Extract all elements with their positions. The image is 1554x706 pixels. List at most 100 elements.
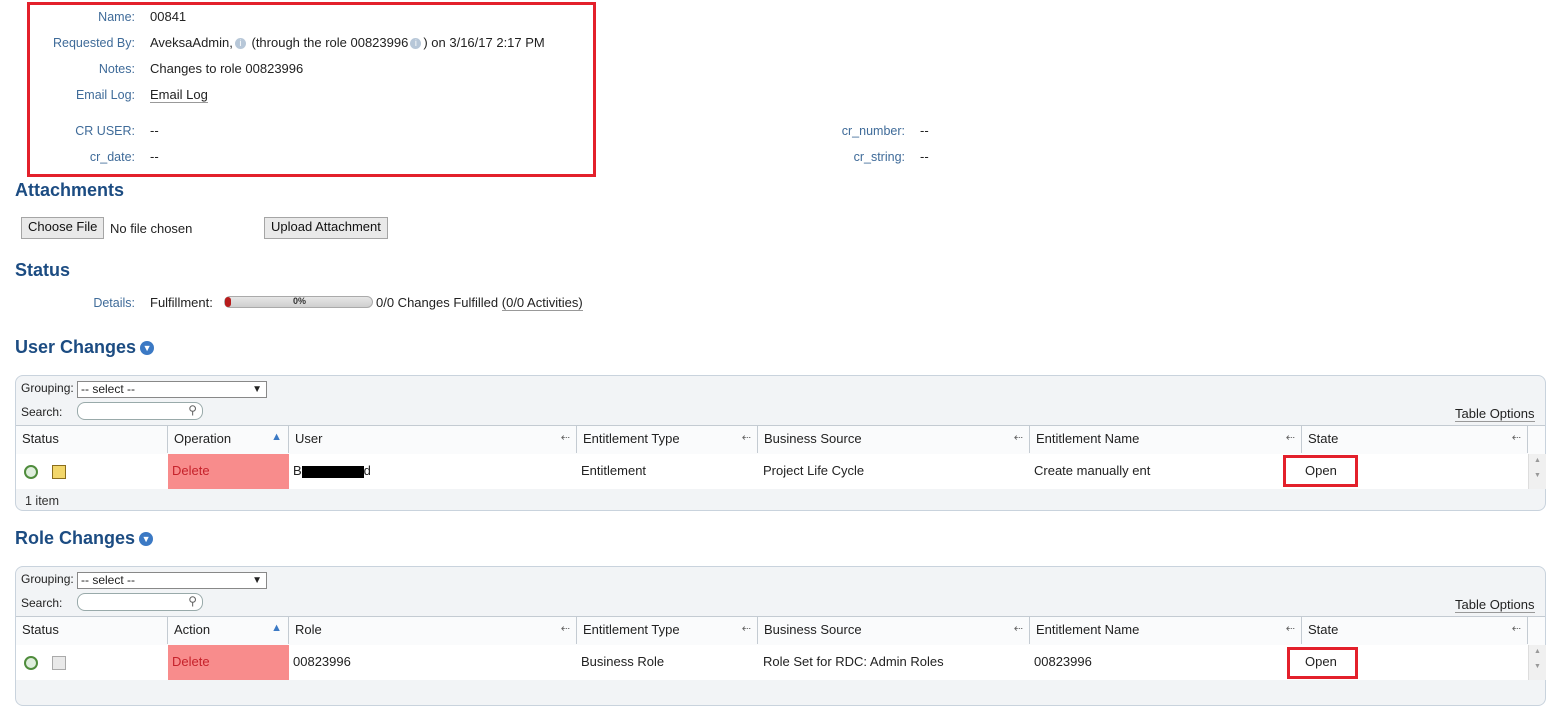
grouping-select[interactable]: -- select -- ▼	[77, 381, 267, 398]
requested-by-date: ) on 3/16/17 2:17 PM	[423, 35, 545, 50]
col-header-state[interactable]: State ⇠	[1302, 616, 1528, 644]
sort-icon[interactable]: ⇠	[1512, 622, 1521, 635]
scroll-down-icon[interactable]: ▼	[1529, 663, 1546, 670]
col-header-user[interactable]: User ⇠	[289, 425, 577, 453]
requested-by-role: (through the role 00823996	[251, 35, 409, 50]
business-source-cell: Project Life Cycle	[763, 463, 865, 478]
col-header-status[interactable]: Status	[16, 616, 168, 644]
requested-by-label: Requested By:	[53, 36, 135, 50]
col-header-operation[interactable]: Operation ▲	[168, 425, 289, 453]
name-value: 00841	[150, 9, 187, 24]
name-label: Name:	[98, 10, 135, 24]
col-header-entitlement-type-label: Entitlement Type	[583, 431, 680, 446]
grouping-label: Grouping:	[21, 381, 74, 395]
notes-icon[interactable]	[52, 656, 66, 670]
status-gear-icon[interactable]	[24, 656, 38, 670]
state-cell: Open	[1305, 654, 1337, 669]
scrollbar[interactable]: ▲ ▼	[1528, 454, 1546, 489]
role-changes-title-text: Role Changes	[15, 528, 136, 548]
sort-icon[interactable]: ⇠	[1286, 431, 1295, 444]
col-header-entitlement-name[interactable]: Entitlement Name ⇠	[1030, 616, 1302, 644]
sort-asc-icon[interactable]: ▲	[271, 622, 282, 634]
cr-date-label: cr_date:	[89, 150, 135, 164]
user-cell-start: B	[293, 463, 302, 478]
table-options-link[interactable]: Table Options	[1455, 597, 1535, 613]
changes-text: 0/0 Changes Fulfilled	[376, 295, 499, 310]
col-header-entitlement-name-label: Entitlement Name	[1036, 431, 1140, 446]
scroll-up-icon[interactable]: ▲	[1529, 457, 1546, 464]
user-changes-title: User Changes ▼	[15, 337, 155, 358]
email-log-link[interactable]: Email Log	[150, 87, 208, 103]
search-label: Search:	[21, 405, 63, 419]
col-header-action-label: Action	[174, 622, 211, 637]
no-file-text: No file chosen	[110, 221, 193, 236]
dropdown-arrow-icon: ▼	[252, 384, 262, 395]
search-icon[interactable]: ⚲	[188, 594, 197, 608]
sort-icon[interactable]: ⇠	[1014, 622, 1023, 635]
requested-by-user: AveksaAdmin,	[150, 35, 233, 50]
col-header-state-label: State	[1308, 622, 1339, 637]
table-options-link[interactable]: Table Options	[1455, 406, 1535, 422]
role-changes-title: Role Changes ▼	[15, 528, 154, 549]
upload-attachment-button[interactable]: Upload Attachment	[264, 217, 388, 239]
sort-icon[interactable]: ⇠	[561, 622, 570, 635]
operation-cell: Delete	[168, 454, 289, 489]
search-icon[interactable]: ⚲	[188, 403, 197, 417]
col-header-business-source[interactable]: Business Source ⇠	[758, 616, 1030, 644]
search-input[interactable]: ⚲	[77, 593, 203, 611]
col-header-entitlement-type[interactable]: Entitlement Type ⇠	[577, 616, 758, 644]
action-cell: Delete	[168, 645, 289, 680]
role-cell: 00823996	[293, 654, 351, 669]
fulfillment-progress-bar: 0%	[224, 296, 373, 308]
scrollbar[interactable]: ▲ ▼	[1528, 645, 1546, 680]
email-log-label: Email Log:	[75, 88, 135, 102]
col-header-entitlement-name[interactable]: Entitlement Name ⇠	[1030, 425, 1302, 453]
user-cell-end: d	[363, 463, 371, 478]
col-header-entitlement-type[interactable]: Entitlement Type ⇠	[577, 425, 758, 453]
grouping-select[interactable]: -- select -- ▼	[77, 572, 267, 589]
notes-label: Notes:	[98, 62, 135, 76]
search-input[interactable]: ⚲	[77, 402, 203, 420]
col-header-state[interactable]: State ⇠	[1302, 425, 1528, 453]
sort-icon[interactable]: ⇠	[561, 431, 570, 444]
notes-icon[interactable]	[52, 465, 66, 479]
changes-fulfilled-text: 0/0 Changes Fulfilled (0/0 Activities)	[376, 295, 583, 311]
cr-string-value: --	[920, 149, 929, 164]
col-header-status[interactable]: Status	[16, 425, 168, 453]
fulfillment-label: Fulfillment:	[150, 295, 213, 310]
sort-icon[interactable]: ⇠	[742, 431, 751, 444]
notes-value: Changes to role 00823996	[150, 61, 304, 76]
user-changes-title-text: User Changes	[15, 337, 137, 357]
col-header-business-source-label: Business Source	[764, 431, 862, 446]
col-header-operation-label: Operation	[174, 431, 232, 446]
cr-string-label: cr_string:	[853, 150, 905, 164]
cr-date-value: --	[150, 149, 159, 164]
col-header-action[interactable]: Action ▲	[168, 616, 289, 644]
scroll-up-icon[interactable]: ▲	[1529, 648, 1546, 655]
sort-icon[interactable]: ⇠	[1512, 431, 1521, 444]
status-gear-icon[interactable]	[24, 465, 38, 479]
details-label: Details:	[93, 296, 135, 310]
activities-link[interactable]: (0/0 Activities)	[501, 295, 583, 311]
info-icon[interactable]: i	[234, 38, 246, 50]
cr-number-value: --	[920, 123, 929, 138]
state-cell: Open	[1305, 463, 1337, 478]
sort-icon[interactable]: ⇠	[742, 622, 751, 635]
col-header-business-source-label: Business Source	[764, 622, 862, 637]
info-icon[interactable]: i	[410, 38, 422, 50]
dropdown-arrow-icon: ▼	[252, 575, 262, 586]
col-header-business-source[interactable]: Business Source ⇠	[758, 425, 1030, 453]
sort-icon[interactable]: ⇠	[1014, 431, 1023, 444]
sort-icon[interactable]: ⇠	[1286, 622, 1295, 635]
col-header-role[interactable]: Role ⇠	[289, 616, 577, 644]
entitlement-name-cell: Create manually ent	[1034, 463, 1151, 478]
status-title: Status	[15, 260, 71, 280]
redacted-block	[301, 465, 364, 478]
choose-file-button[interactable]: Choose File	[21, 217, 105, 239]
collapse-chevron-icon[interactable]: ▼	[139, 532, 154, 547]
sort-asc-icon[interactable]: ▲	[271, 431, 282, 443]
scroll-down-icon[interactable]: ▼	[1529, 472, 1546, 479]
attachments-title: Attachments	[15, 180, 125, 200]
grouping-select-value: -- select --	[81, 573, 135, 587]
collapse-chevron-icon[interactable]: ▼	[140, 341, 155, 356]
